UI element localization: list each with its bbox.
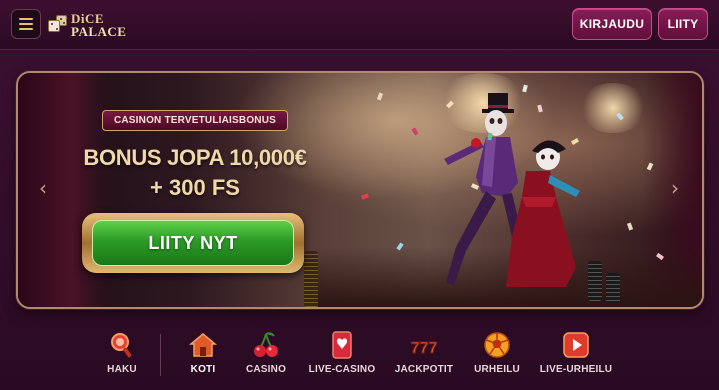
nav-divider — [160, 334, 161, 376]
nav-label: CASINO — [245, 364, 287, 375]
menu-line — [19, 18, 33, 20]
nav-item-casino[interactable]: CASINO — [244, 330, 288, 386]
chip-stack — [606, 273, 620, 303]
search-icon — [107, 330, 137, 360]
logo-line2: PALACE — [71, 24, 127, 39]
slot-777-icon: 777 — [409, 330, 439, 360]
dice-icon — [48, 12, 68, 38]
menu-line — [19, 28, 33, 30]
play-icon — [561, 330, 591, 360]
logo-text: DiCE PALACE — [71, 12, 126, 38]
nav-item-live-casino[interactable]: LIVE-CASINO — [306, 330, 378, 386]
menu-line — [19, 23, 33, 25]
join-now-button[interactable]: LIITY NYT — [92, 220, 294, 266]
carousel-next-arrow[interactable]: › — [668, 178, 682, 198]
login-button[interactable]: KIRJAUDU — [572, 8, 652, 40]
nav-item-live-sports[interactable]: LIVE-URHEILU — [538, 330, 614, 386]
carousel-prev-arrow[interactable]: ‹ — [36, 178, 50, 198]
chip-stack — [304, 251, 318, 307]
svg-text:777: 777 — [411, 340, 438, 357]
nav-item-home[interactable]: KOTI — [186, 330, 220, 386]
nav-item-jackpots[interactable]: 777 JACKPOTIT — [394, 330, 454, 386]
nav-item-search[interactable]: HAKU — [104, 330, 140, 386]
nav-item-sports[interactable]: URHEILU — [474, 330, 520, 386]
hamburger-menu-button[interactable] — [11, 9, 41, 39]
nav-label: LIVE-URHEILU — [539, 364, 613, 375]
nav-label: URHEILU — [474, 364, 520, 375]
football-icon — [482, 330, 512, 360]
dice-palace-logo[interactable]: DiCE PALACE — [48, 8, 126, 42]
bonus-headline: BONUS JOPA 10,000€ — [83, 145, 307, 170]
nav-label: KOTI — [190, 364, 216, 375]
cherries-icon — [251, 330, 281, 360]
home-icon — [188, 330, 218, 360]
nav-label: LIVE-CASINO — [308, 364, 376, 375]
dancing-couple-illustration — [444, 93, 580, 287]
bonus-freespins: + 300 FS — [150, 175, 240, 200]
nav-label: JACKPOTIT — [394, 364, 454, 375]
welcome-bonus-tag: CASINON TERVETULIAISBONUS — [102, 110, 288, 131]
top-header: DiCE PALACE KIRJAUDU LIITY — [0, 0, 719, 50]
join-button[interactable]: LIITY — [658, 8, 708, 40]
nav-label: HAKU — [107, 364, 137, 375]
playing-card-icon — [327, 330, 357, 360]
